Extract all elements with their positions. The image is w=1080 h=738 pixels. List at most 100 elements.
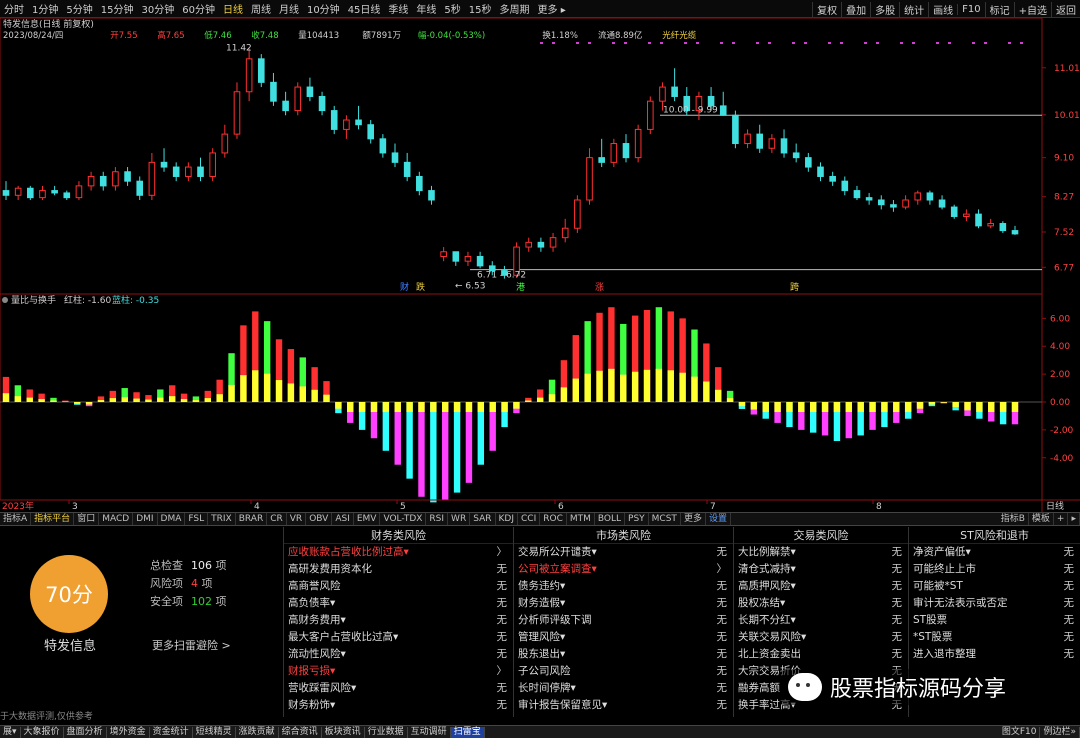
risk-row[interactable]: 债务违约▾ 无 — [514, 578, 733, 595]
status-tab-9[interactable]: 行业数据 — [365, 726, 408, 738]
toolbar-button-0[interactable]: 复权 — [812, 1, 841, 17]
risk-row[interactable]: ST股票 无 — [909, 612, 1080, 629]
toolbar-button-6[interactable]: 标记 — [984, 1, 1014, 17]
risk-row[interactable]: *ST股票 无 — [909, 629, 1080, 646]
risk-row[interactable]: 高财务费用▾ 无 — [284, 612, 513, 629]
period-tab-10[interactable]: 45日线 — [344, 1, 385, 16]
indicator-tab-6[interactable]: FSL — [185, 513, 209, 525]
risk-row[interactable]: 应收账款占营收比例过高▾ 〉 — [284, 544, 513, 561]
toolbar-button-7[interactable]: +自选 — [1013, 1, 1051, 17]
risk-row[interactable]: 高商誉风险 无 — [284, 578, 513, 595]
indicator-tab-19[interactable]: CCI — [518, 513, 541, 525]
toolbar-button-8[interactable]: 返回 — [1051, 1, 1080, 17]
status-right-1[interactable]: 例边栏» — [1040, 726, 1080, 738]
risk-row[interactable]: 高研发费用资本化 无 — [284, 561, 513, 578]
period-tab-1[interactable]: 1分钟 — [28, 1, 62, 16]
status-tab-4[interactable]: 资金统计 — [150, 726, 193, 738]
status-tab-8[interactable]: 板块资讯 — [322, 726, 365, 738]
indicator-tab-7[interactable]: TRIX — [208, 513, 236, 525]
toolbar-button-1[interactable]: 叠加 — [841, 1, 870, 17]
indicator-tab-4[interactable]: DMI — [133, 513, 158, 525]
period-tab-7[interactable]: 周线 — [247, 1, 275, 16]
status-tab-1[interactable]: 大象报价 — [21, 726, 64, 738]
status-tab-6[interactable]: 涨跌贡献 — [236, 726, 279, 738]
status-tab-0[interactable]: 展▾ — [0, 726, 21, 738]
more-risk-link[interactable]: 更多扫雷避险 > — [152, 637, 231, 653]
risk-row[interactable]: 长时间停牌▾ 无 — [514, 680, 733, 697]
indicator-tab-16[interactable]: WR — [448, 513, 471, 525]
period-tab-5[interactable]: 60分钟 — [178, 1, 219, 16]
risk-row[interactable]: 财务粉饰▾ 无 — [284, 697, 513, 714]
indicator-tab-right-3[interactable]: ▸ — [1068, 513, 1080, 525]
risk-row[interactable]: 股东退出▾ 无 — [514, 646, 733, 663]
period-tab-0[interactable]: 分时 — [0, 1, 28, 16]
indicator-tab-5[interactable]: DMA — [158, 513, 186, 525]
indicator-tab-15[interactable]: RSI — [426, 513, 449, 525]
indicator-tab-17[interactable]: SAR — [470, 513, 496, 525]
status-tab-3[interactable]: 境外资金 — [107, 726, 150, 738]
indicator-tab-20[interactable]: ROC — [540, 513, 567, 525]
risk-row[interactable]: 营收踩雷风险▾ 无 — [284, 680, 513, 697]
risk-row[interactable]: 子公司风险 无 — [514, 663, 733, 680]
status-tab-2[interactable]: 盘面分析 — [64, 726, 107, 738]
indicator-tab-22[interactable]: BOLL — [595, 513, 626, 525]
risk-row[interactable]: 分析师评级下调 无 — [514, 612, 733, 629]
risk-row[interactable]: 审计无法表示或否定 无 — [909, 595, 1080, 612]
risk-row[interactable]: 交易所公开谴责▾ 无 — [514, 544, 733, 561]
indicator-tab-14[interactable]: VOL-TDX — [380, 513, 427, 525]
indicator-tab-9[interactable]: CR — [267, 513, 287, 525]
indicator-tab-0[interactable]: 指标A — [0, 513, 32, 525]
period-tab-12[interactable]: 年线 — [412, 1, 440, 16]
toolbar-button-3[interactable]: 统计 — [899, 1, 928, 17]
risk-row[interactable]: 股权冻结▾ 无 — [734, 595, 908, 612]
risk-row[interactable]: 最大客户占营收比过高▾ 无 — [284, 629, 513, 646]
risk-row[interactable]: 流动性风险▾ 无 — [284, 646, 513, 663]
status-tab-10[interactable]: 互动调研 — [408, 726, 451, 738]
indicator-tab-24[interactable]: MCST — [649, 513, 681, 525]
risk-row[interactable]: 高负债率▾ 无 — [284, 595, 513, 612]
risk-row[interactable]: 审计报告保留意见▾ 无 — [514, 697, 733, 714]
indicator-tab-right-2[interactable]: + — [1054, 513, 1069, 525]
risk-row[interactable]: 关联交易风险▾ 无 — [734, 629, 908, 646]
risk-row[interactable]: 管理风险▾ 无 — [514, 629, 733, 646]
status-tab-5[interactable]: 短线精灵 — [193, 726, 236, 738]
indicator-tab-21[interactable]: MTM — [567, 513, 595, 525]
indicator-tab-12[interactable]: ASI — [332, 513, 354, 525]
indicator-tab-26[interactable]: 设置 — [706, 513, 731, 525]
risk-row[interactable]: 财报亏损▾ 〉 — [284, 663, 513, 680]
indicator-tab-13[interactable]: EMV — [354, 513, 381, 525]
period-tab-4[interactable]: 30分钟 — [137, 1, 178, 16]
risk-row[interactable]: 财务造假▾ 无 — [514, 595, 733, 612]
indicator-tab-10[interactable]: VR — [287, 513, 307, 525]
risk-row[interactable]: 高质押风险▾ 无 — [734, 578, 908, 595]
indicator-tab-18[interactable]: KDJ — [496, 513, 518, 525]
indicator-tab-right-1[interactable]: 模板 — [1029, 513, 1054, 525]
kline-chart[interactable]: 特发信息(日线 前复权)2023/08/24/四 开7.55 高7.65 低7.46 收… — [0, 17, 1080, 512]
risk-row[interactable]: 可能被*ST 无 — [909, 578, 1080, 595]
period-tab-14[interactable]: 15秒 — [465, 1, 496, 16]
indicator-tab-right-0[interactable]: 指标B — [998, 513, 1029, 525]
indicator-tab-1[interactable]: 指标平台 — [31, 513, 75, 525]
indicator-tab-8[interactable]: BRAR — [236, 513, 268, 525]
risk-row[interactable]: 进入退市整理 无 — [909, 646, 1080, 663]
indicator-tab-2[interactable]: 窗口 — [74, 513, 100, 525]
period-tab-6[interactable]: 日线 — [219, 1, 247, 16]
risk-row[interactable]: 北上资金卖出 无 — [734, 646, 908, 663]
status-tab-11[interactable]: 扫雷宝 — [450, 726, 485, 738]
period-tab-11[interactable]: 季线 — [384, 1, 412, 16]
risk-row[interactable]: 长期不分红▾ 无 — [734, 612, 908, 629]
risk-row[interactable]: 可能终止上市 无 — [909, 561, 1080, 578]
chart-area[interactable]: 特发信息(日线 前复权) 2023/08/24/四 开7.55 高7.65 低7.46 收… — [0, 17, 1080, 512]
period-tab-13[interactable]: 5秒 — [440, 1, 464, 16]
risk-row[interactable]: 公司被立案调查▾ 〉 — [514, 561, 733, 578]
period-tab-2[interactable]: 5分钟 — [62, 1, 96, 16]
period-tab-9[interactable]: 10分钟 — [303, 1, 344, 16]
risk-row[interactable]: 清仓式减持▾ 无 — [734, 561, 908, 578]
indicator-collapse-icon[interactable] — [2, 297, 8, 303]
risk-row[interactable]: 大比例解禁▾ 无 — [734, 544, 908, 561]
toolbar-button-5[interactable]: F10 — [957, 3, 984, 15]
period-tab-15[interactable]: 多周期 — [496, 1, 534, 16]
status-tab-7[interactable]: 综合资讯 — [279, 726, 322, 738]
toolbar-button-2[interactable]: 多股 — [870, 1, 899, 17]
toolbar-button-4[interactable]: 画线 — [928, 1, 957, 17]
